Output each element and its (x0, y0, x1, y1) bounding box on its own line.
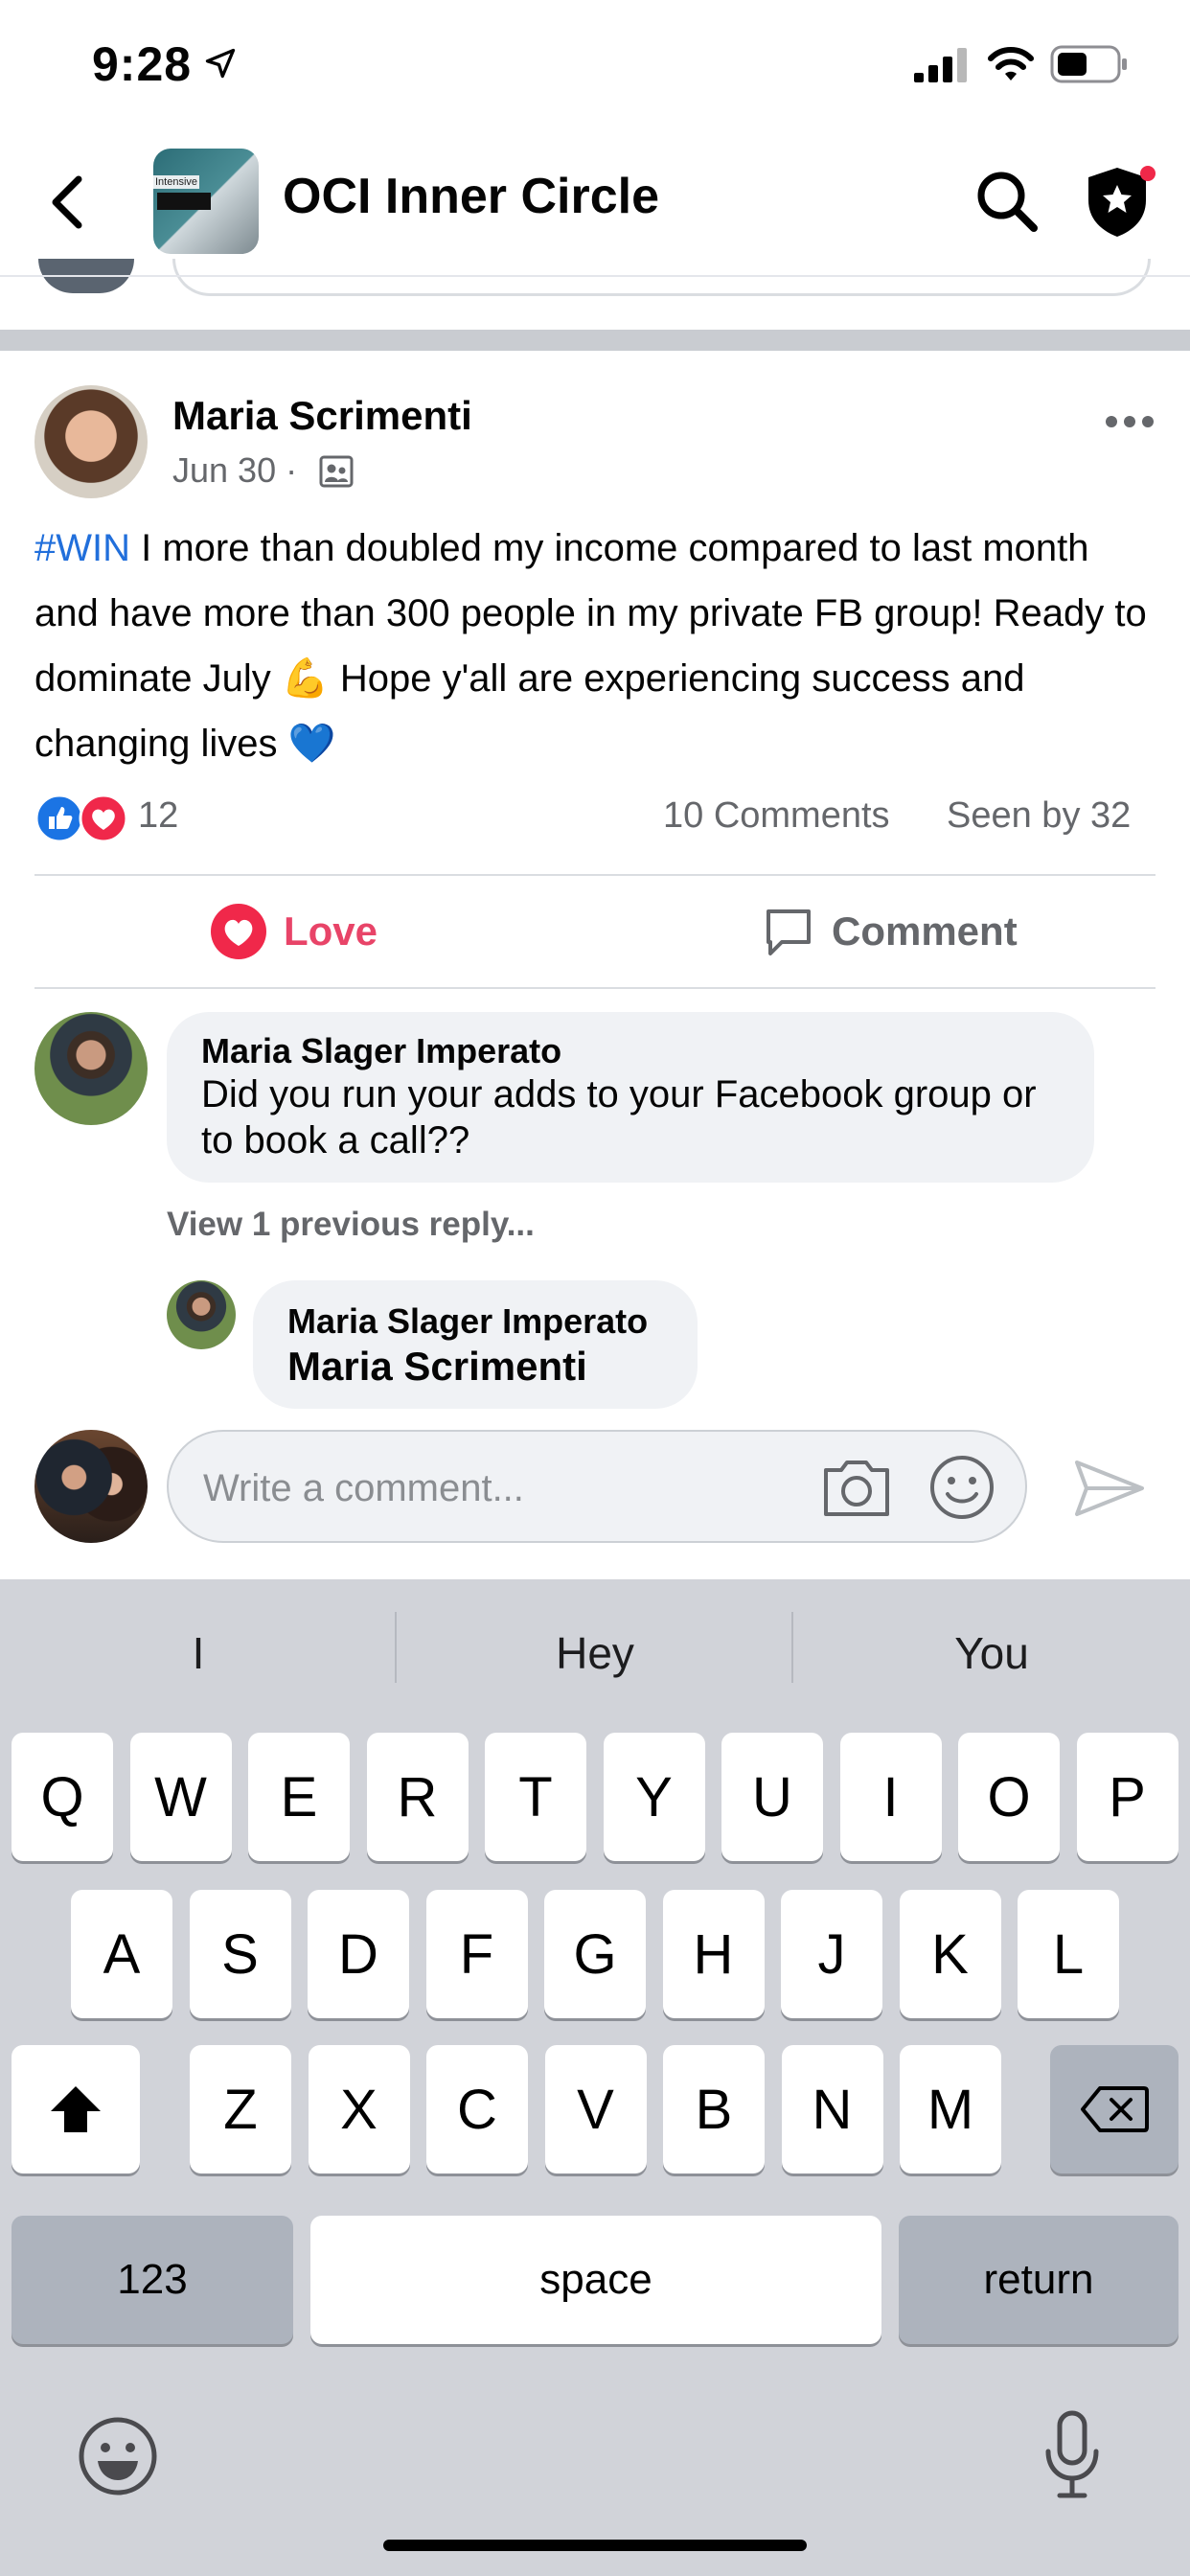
key-j[interactable]: J (781, 1890, 882, 2018)
comment-button[interactable]: Comment (761, 901, 1018, 962)
comment-author[interactable]: Maria Slager Imperato (201, 1031, 561, 1071)
shift-icon (51, 2086, 101, 2132)
signal-icon (914, 48, 967, 82)
actions-divider-top (34, 874, 1156, 876)
back-chevron-icon[interactable] (48, 173, 86, 231)
key-b[interactable]: B (663, 2045, 765, 2174)
reaction-count[interactable]: 12 (138, 795, 178, 837)
key-f[interactable]: F (425, 1890, 528, 2018)
current-user-avatar (34, 1430, 148, 1543)
actions-divider-bottom (34, 987, 1156, 989)
comment-input[interactable] (201, 1460, 780, 1516)
key-u[interactable]: U (721, 1733, 823, 1861)
love-button[interactable]: Love (209, 901, 378, 962)
seen-by[interactable]: Seen by 32 (947, 795, 1131, 837)
reply-mention[interactable]: Maria Scrimenti (287, 1344, 587, 1390)
home-indicator (383, 2540, 807, 2551)
key-y[interactable]: Y (603, 1733, 705, 1861)
key-h[interactable]: H (662, 1890, 765, 2018)
header-divider (0, 275, 1190, 277)
camera-icon[interactable] (820, 1453, 893, 1522)
group-title[interactable]: OCI Inner Circle (283, 168, 659, 225)
commenter-avatar[interactable] (34, 1012, 148, 1125)
key-t[interactable]: T (485, 1733, 586, 1861)
post-separator (0, 330, 1190, 351)
key-o[interactable]: O (958, 1733, 1060, 1861)
author-name[interactable]: Maria Scrimenti (172, 393, 472, 439)
key-d[interactable]: D (308, 1890, 409, 2018)
key-z[interactable]: Z (190, 2045, 291, 2174)
reply-author[interactable]: Maria Slager Imperato (287, 1301, 648, 1342)
key-l[interactable]: L (1018, 1890, 1119, 2018)
comment-label: Comment (832, 908, 1018, 954)
admin-shield-icon[interactable] (1083, 162, 1159, 241)
reply-avatar[interactable] (167, 1280, 236, 1349)
return-key[interactable]: return (899, 2216, 1179, 2344)
like-reaction-icon (34, 794, 84, 843)
key-n[interactable]: N (781, 2045, 883, 2174)
heart-icon (211, 904, 266, 959)
microphone-icon[interactable] (1041, 2409, 1104, 2501)
key-r[interactable]: R (366, 1733, 469, 1861)
author-avatar[interactable] (34, 385, 148, 498)
key-a[interactable]: A (71, 1890, 172, 2018)
more-icon[interactable] (1104, 412, 1156, 431)
suggestion-2[interactable]: Hey (397, 1627, 793, 1679)
post-body-text: I more than doubled my income compared t… (34, 527, 1147, 765)
post-date[interactable]: Jun 30 · (172, 450, 297, 491)
key-i[interactable]: I (839, 1733, 942, 1861)
key-m[interactable]: M (900, 2045, 1001, 2174)
view-previous-replies-link[interactable]: View 1 previous reply... (167, 1206, 535, 1244)
shift-key[interactable] (11, 2045, 140, 2174)
love-label: Love (284, 908, 378, 954)
keyboard: I Hey You 123 space return QWERTYUIOPASD… (0, 1579, 1190, 2576)
key-k[interactable]: K (899, 1890, 1001, 2018)
audience-icon (319, 455, 354, 488)
wifi-icon (988, 47, 1034, 80)
battery-icon (1050, 45, 1127, 83)
previous-post-comment-field (172, 259, 1151, 296)
key-p[interactable]: P (1076, 1733, 1179, 1861)
key-x[interactable]: X (308, 2045, 410, 2174)
post-text: #WIN I more than doubled my income compa… (34, 516, 1156, 776)
status-time: 9:28 (92, 37, 193, 91)
key-q[interactable]: Q (11, 1733, 113, 1861)
comment-bubble-icon (767, 909, 811, 955)
emoji-icon[interactable] (927, 1453, 996, 1522)
delete-icon (1081, 2086, 1149, 2132)
key-s[interactable]: S (189, 1890, 291, 2018)
comment-composer[interactable] (167, 1430, 1027, 1543)
group-avatar[interactable]: Intensive (153, 149, 259, 254)
location-arrow-icon (205, 48, 236, 79)
key-w[interactable]: W (129, 1733, 232, 1861)
send-icon[interactable] (1073, 1457, 1146, 1520)
love-reaction-icon (79, 794, 128, 843)
space-key[interactable]: space (310, 2216, 881, 2344)
comments-count[interactable]: 10 Comments (663, 795, 890, 837)
delete-key[interactable] (1050, 2045, 1179, 2174)
group-avatar-text: Intensive (153, 175, 200, 189)
key-e[interactable]: E (248, 1733, 350, 1861)
suggestion-1[interactable]: I (0, 1627, 397, 1679)
suggestion-3[interactable]: You (793, 1627, 1190, 1679)
keyboard-emoji-icon[interactable] (77, 2415, 159, 2497)
hashtag-win[interactable]: #WIN (34, 527, 130, 569)
comment-text: Did you run your adds to your Facebook g… (201, 1073, 1037, 1162)
key-v[interactable]: V (544, 2045, 647, 2174)
numbers-key[interactable]: 123 (11, 2216, 293, 2344)
search-icon[interactable] (973, 168, 1041, 235)
key-g[interactable]: G (544, 1890, 646, 2018)
group-header: Intensive OCI Inner Circle (0, 129, 1190, 273)
status-bar: 9:28 (0, 0, 1190, 129)
key-c[interactable]: C (426, 2045, 528, 2174)
